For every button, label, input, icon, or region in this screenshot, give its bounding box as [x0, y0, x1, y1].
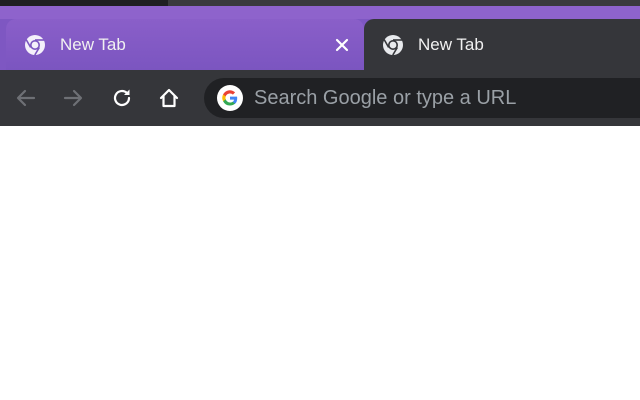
back-arrow-icon[interactable] [12, 84, 40, 112]
tab-active[interactable]: New Tab [6, 19, 364, 70]
tab-inactive[interactable]: New Tab [364, 19, 640, 70]
tab-strip-background [0, 6, 640, 19]
address-bar[interactable]: Search Google or type a URL [204, 78, 640, 118]
tab-title: New Tab [60, 34, 126, 54]
search-input[interactable]: Search Google or type a URL [254, 87, 516, 110]
home-icon[interactable] [155, 84, 183, 112]
chrome-icon [382, 34, 404, 56]
close-icon[interactable] [330, 33, 354, 57]
chrome-icon [24, 34, 46, 56]
google-g-icon [217, 85, 243, 111]
toolbar: Search Google or type a URL [0, 70, 640, 126]
reload-icon[interactable] [108, 84, 136, 112]
page-content [0, 126, 640, 400]
forward-arrow-icon[interactable] [59, 84, 87, 112]
tab-title: New Tab [418, 34, 484, 54]
tab-strip: New Tab New Tab [0, 0, 640, 70]
browser-window: New Tab New Tab Search Google or type a … [0, 0, 640, 400]
